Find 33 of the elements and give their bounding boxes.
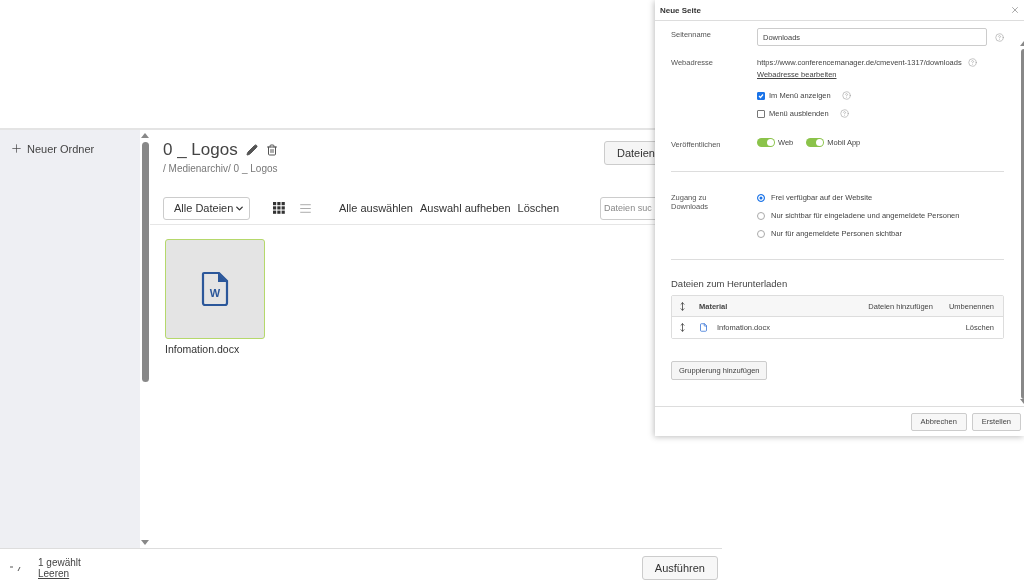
file-tile[interactable]: W — [165, 239, 265, 339]
close-icon[interactable] — [1010, 5, 1020, 15]
checkbox[interactable] — [757, 91, 765, 100]
clear-link[interactable]: Leeren — [38, 567, 81, 579]
drag-handle-icon[interactable] — [678, 301, 687, 311]
toolbar-action[interactable]: Löschen — [517, 202, 560, 214]
grid-view-button[interactable] — [273, 201, 285, 215]
file-name: Infomation.docx — [165, 343, 241, 355]
list-view-button[interactable] — [299, 201, 312, 215]
toolbar-action[interactable]: Auswahl aufheben — [420, 202, 511, 214]
checkbox[interactable] — [757, 109, 765, 118]
scrollbar[interactable] — [141, 133, 149, 545]
file-type-label: W — [208, 287, 222, 299]
drag-handle-icon[interactable] — [678, 323, 687, 332]
new-folder-button[interactable]: Neuer Ordner — [10, 142, 95, 155]
breadcrumb: / Medienarchiv/ 0 _ Logos — [163, 163, 279, 174]
toolbar-action[interactable]: Alle auswählen — [339, 202, 413, 214]
folder-title: 0 _ Logos — [163, 140, 238, 160]
run-button[interactable]: Ausführen — [641, 555, 718, 580]
document-icon — [201, 271, 229, 307]
section-heading: Dateien zum Herunterladen — [671, 278, 789, 289]
selection-count: 1 gewählt — [38, 556, 81, 568]
grid-view-icon — [273, 201, 285, 214]
file-icon — [699, 323, 708, 332]
trash-icon[interactable] — [265, 144, 278, 156]
toggle-switch[interactable] — [757, 138, 775, 147]
list-view-icon — [299, 201, 312, 215]
plus-icon — [10, 142, 23, 155]
radio-button[interactable] — [757, 193, 765, 202]
dialog-title: Neue Seite — [660, 5, 701, 15]
filter-dropdown[interactable]: Alle Dateien — [163, 196, 250, 220]
toggle-switch[interactable] — [806, 138, 825, 147]
edit-icon[interactable] — [245, 144, 258, 156]
